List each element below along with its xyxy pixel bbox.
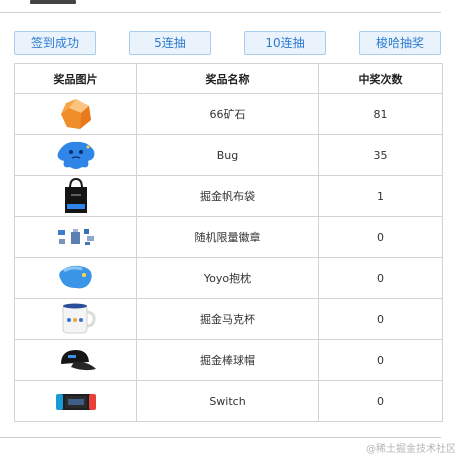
prize-count: 35 — [318, 134, 443, 176]
prize-name: Bug — [136, 134, 319, 176]
prize-count: 81 — [318, 93, 443, 135]
badges-icon — [57, 229, 94, 245]
prize-image-cell — [14, 380, 137, 422]
table-row: Yoyo抱枕 0 — [14, 257, 443, 299]
draw-10-button[interactable]: 10连抽 — [244, 31, 326, 55]
header-prize-name: 奖品名称 — [136, 63, 319, 94]
prize-count: 0 — [318, 339, 443, 381]
prize-name: Yoyo抱枕 — [136, 257, 319, 299]
watermark-text: @稀土掘金技术社区 — [366, 444, 455, 455]
prize-name: 掘金马克杯 — [136, 298, 319, 340]
table-row: 66矿石 81 — [14, 93, 443, 135]
table-row: 掘金帆布袋 1 — [14, 175, 443, 217]
prize-count: 0 — [318, 298, 443, 340]
prize-count: 0 — [318, 216, 443, 258]
prize-name: 掘金帆布袋 — [136, 175, 319, 217]
switch-console-icon — [55, 394, 96, 410]
prize-image-cell — [14, 216, 137, 258]
mug-icon — [62, 303, 96, 334]
ore-icon — [60, 99, 91, 129]
signin-button[interactable]: 签到成功 — [14, 31, 96, 55]
table-header-row: 奖品图片 奖品名称 中奖次数 — [14, 63, 443, 94]
bug-icon — [57, 141, 94, 169]
prize-name: 掘金棒球帽 — [136, 339, 319, 381]
page-title-fragment — [30, 0, 76, 4]
table-row: 随机限量徽章 0 — [14, 216, 443, 258]
pillow-icon — [58, 265, 92, 289]
table-row: 掘金棒球帽 0 — [14, 339, 443, 381]
top-divider — [0, 12, 441, 13]
table-row: Switch 0 — [14, 380, 443, 422]
table-row: Bug 35 — [14, 134, 443, 176]
header-win-count: 中奖次数 — [318, 63, 443, 94]
all-in-draw-button[interactable]: 梭哈抽奖 — [359, 31, 441, 55]
prize-image-cell — [14, 298, 137, 340]
header-prize-image: 奖品图片 — [14, 63, 137, 94]
prize-image-cell — [14, 93, 137, 135]
baseball-cap-icon — [60, 350, 96, 371]
canvas-bag-icon — [64, 178, 87, 213]
draw-5-button[interactable]: 5连抽 — [129, 31, 211, 55]
table-row: 掘金马克杯 0 — [14, 298, 443, 340]
prize-table: 奖品图片 奖品名称 中奖次数 66矿石 81 Bug 35 掘金帆布袋 1 随机… — [14, 63, 443, 422]
prize-image-cell — [14, 134, 137, 176]
prize-image-cell — [14, 257, 137, 299]
prize-image-cell — [14, 175, 137, 217]
prize-count: 0 — [318, 380, 443, 422]
prize-count: 0 — [318, 257, 443, 299]
prize-name: 66矿石 — [136, 93, 319, 135]
action-buttons: 签到成功 5连抽 10连抽 梭哈抽奖 — [14, 31, 441, 55]
prize-count: 1 — [318, 175, 443, 217]
bottom-divider — [0, 437, 441, 438]
prize-name: Switch — [136, 380, 319, 422]
prize-image-cell — [14, 339, 137, 381]
prize-name: 随机限量徽章 — [136, 216, 319, 258]
